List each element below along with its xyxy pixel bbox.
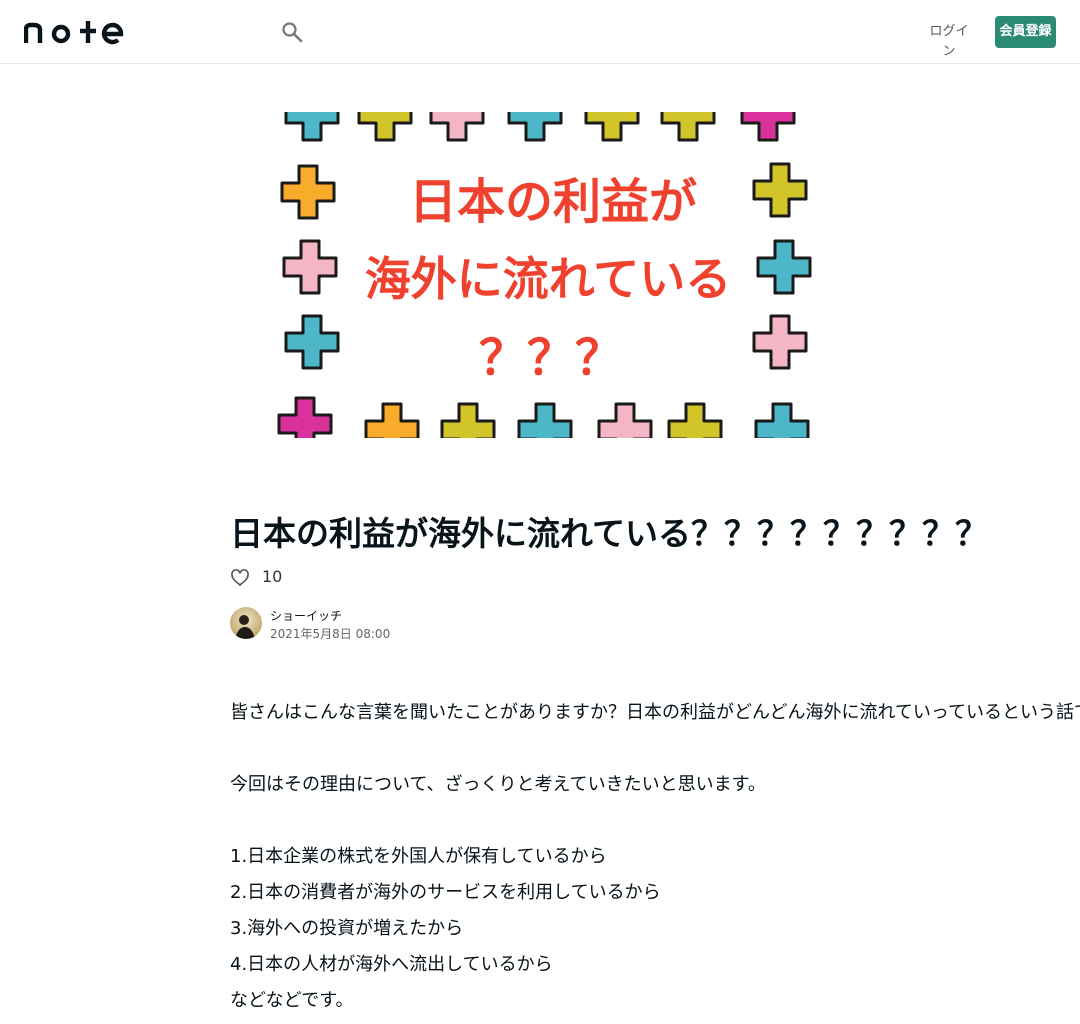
paragraph: 今回はその理由について、ざっくりと考えていきたいと思います。 bbox=[230, 774, 766, 795]
eyecatch-line-2: 海外に流れている bbox=[365, 252, 732, 306]
publish-date: 2021年5月8日 08:00 bbox=[270, 627, 391, 641]
paragraph: などなどです。 bbox=[230, 990, 354, 1011]
signup-button[interactable]: 会員登録 bbox=[995, 16, 1056, 48]
list-item: 3.海外への投資が増えたから bbox=[230, 918, 464, 939]
heart-icon[interactable] bbox=[230, 568, 250, 588]
list-item: 2.日本の消費者が海外のサービスを利用しているから bbox=[230, 882, 661, 903]
like-count: 10 bbox=[262, 567, 283, 586]
eyecatch-image: 日本の利益が 海外に流れている ？？？ bbox=[270, 112, 816, 438]
paragraph: 皆さんはこんな言葉を聞いたことがありますか？日本の利益がどんどん海外に流れていっ… bbox=[230, 702, 1080, 723]
eyecatch-line-1: 日本の利益が bbox=[409, 174, 697, 230]
author-name[interactable]: ショーイッチ bbox=[270, 608, 342, 624]
eyecatch-line-3: ？？？ bbox=[479, 330, 623, 386]
list-item: 4.日本の人材が海外へ流出しているから bbox=[230, 954, 553, 975]
article-title: 日本の利益が海外に流れている？？？？？？？？？ bbox=[230, 514, 989, 553]
note-logo-mark bbox=[23, 21, 124, 45]
author-avatar[interactable] bbox=[230, 607, 262, 639]
note-logo[interactable] bbox=[23, 19, 124, 45]
login-link[interactable]: ログイン bbox=[926, 22, 972, 59]
search-icon[interactable] bbox=[281, 21, 303, 43]
global-header: ログイン 会員登録 bbox=[0, 0, 1080, 64]
list-item: 1.日本企業の株式を外国人が保有しているから bbox=[230, 846, 607, 867]
